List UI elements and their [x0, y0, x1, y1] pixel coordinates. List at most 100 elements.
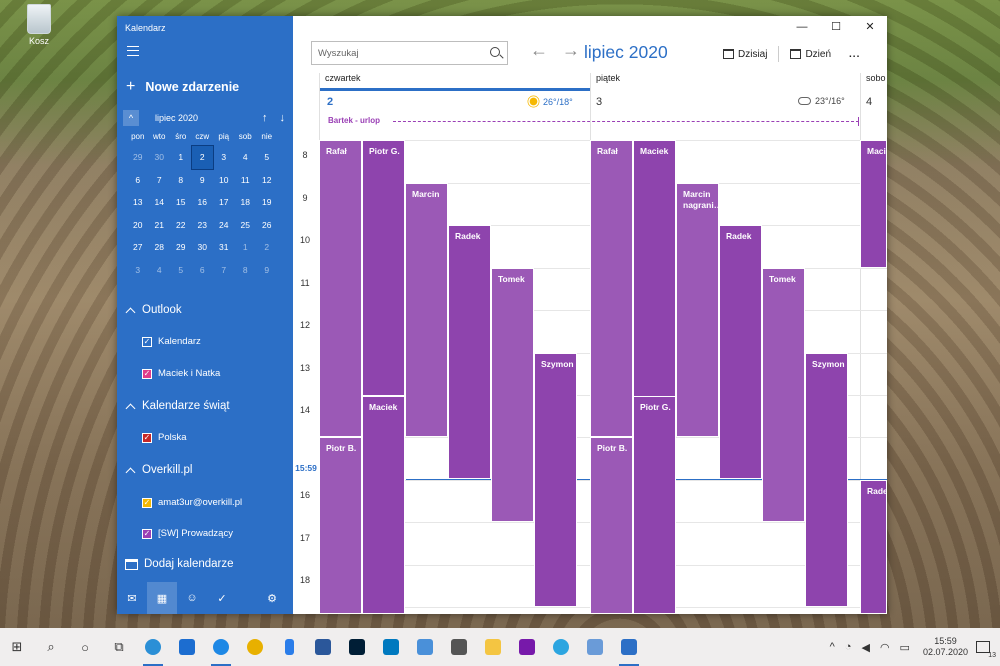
folder-icon[interactable]	[476, 628, 510, 666]
mini-calendar-day[interactable]: 30	[149, 146, 171, 169]
mini-calendar-day[interactable]: 4	[235, 146, 257, 169]
calendar-event[interactable]: Rafał	[319, 140, 362, 437]
todo-icon[interactable]: ✓	[207, 582, 237, 614]
mini-calendar-day[interactable]: 15	[170, 191, 192, 214]
calendar-item-polska[interactable]: ✓ Polska	[142, 432, 187, 443]
word-icon[interactable]	[306, 628, 340, 666]
calendar-item-sw-prowadzacy[interactable]: ✓ [SW] Prowadzący	[142, 528, 233, 539]
new-event-button[interactable]: + Nowe zdarzenie	[126, 78, 239, 96]
add-calendars-button[interactable]: Dodaj kalendarze	[125, 558, 234, 570]
calendar-item-amat3ur[interactable]: ✓ amat3ur@overkill.pl	[142, 497, 242, 508]
checkbox-checked-icon[interactable]: ✓	[142, 497, 152, 508]
mini-calendar-day[interactable]: 9	[256, 259, 278, 282]
calendar-item-maciek-i-natka[interactable]: ✓ Maciek i Natka	[142, 368, 220, 379]
mini-calendar-day[interactable]: 16	[192, 191, 214, 214]
day-number[interactable]: 4	[866, 96, 872, 108]
mini-calendar-day[interactable]: 5	[170, 259, 192, 282]
mini-calendar-day[interactable]: 2	[190, 145, 214, 170]
mini-calendar-day[interactable]: 11	[235, 169, 257, 192]
group-outlook[interactable]: Outlook	[125, 304, 182, 317]
mini-calendar-day[interactable]: 24	[213, 214, 235, 237]
photoshop-icon[interactable]	[340, 628, 374, 666]
mini-calendar-day[interactable]: 1	[235, 236, 257, 259]
checkbox-checked-icon[interactable]: ✓	[142, 368, 152, 379]
mini-calendar-day[interactable]: 23	[192, 214, 214, 237]
calendar-event[interactable]: Radek	[448, 225, 491, 479]
calendar-icon[interactable]: ▦	[147, 582, 177, 614]
calendar-event[interactable]: Szymon	[534, 353, 577, 607]
more-options-button[interactable]: ...	[849, 49, 860, 60]
mini-calendar-day[interactable]: 5	[256, 146, 278, 169]
mini-calendar-day[interactable]: 1	[170, 146, 192, 169]
checkbox-checked-icon[interactable]: ✓	[142, 432, 152, 443]
day-header-friday[interactable]: piątek	[590, 73, 860, 91]
notification-icon[interactable]: 13	[976, 641, 996, 659]
mini-calendar-day[interactable]: 29	[127, 146, 149, 169]
windows-start-icon[interactable]: ⊞	[0, 628, 34, 666]
network-icon[interactable]: ◔	[845, 641, 852, 653]
calendar-event[interactable]: Piotr B.	[590, 437, 633, 614]
phone-icon[interactable]	[272, 628, 306, 666]
mini-calendar-day[interactable]: 28	[149, 236, 171, 259]
day-number[interactable]: 3	[596, 96, 602, 108]
mini-calendar-day[interactable]: 22	[170, 214, 192, 237]
collapse-month-button[interactable]: ^	[123, 110, 139, 126]
arrow-up-icon[interactable]: ↑	[262, 112, 268, 124]
mini-calendar-day[interactable]: 20	[127, 214, 149, 237]
calendar-event[interactable]: Maciek	[362, 396, 405, 614]
mini-calendar-day[interactable]: 2	[256, 236, 278, 259]
checkbox-checked-icon[interactable]: ✓	[142, 528, 152, 539]
mini-calendar-day[interactable]: 10	[213, 169, 235, 192]
speaker-icon[interactable]: ◀	[861, 641, 869, 654]
mini-calendar-day[interactable]: 30	[192, 236, 214, 259]
messenger-icon[interactable]	[204, 628, 238, 666]
mini-calendar-day[interactable]: 4	[149, 259, 171, 282]
mini-calendar-day[interactable]: 27	[127, 236, 149, 259]
minimize-icon[interactable]: —	[785, 16, 819, 38]
all-day-event[interactable]: Bartek - urlop	[328, 116, 380, 125]
maximize-icon[interactable]: ☐	[819, 16, 853, 38]
mini-calendar-day[interactable]: 14	[149, 191, 171, 214]
checkbox-checked-icon[interactable]: ✓	[142, 336, 152, 347]
mini-calendar-day[interactable]: 19	[256, 191, 278, 214]
calendar-event[interactable]: Rafał	[590, 140, 633, 437]
chrome-icon[interactable]	[238, 628, 272, 666]
cloud-app-icon[interactable]	[578, 628, 612, 666]
battery-icon[interactable]: ▭	[900, 641, 910, 654]
mini-calendar-day[interactable]: 13	[127, 191, 149, 214]
calendar-event[interactable]: Macie	[860, 140, 887, 268]
calendar-event[interactable]: Piotr G.	[633, 396, 676, 614]
day-header-saturday[interactable]: sobo	[860, 73, 887, 91]
group-kalendarze-swiat[interactable]: Kalendarze świąt	[125, 400, 230, 413]
mini-calendar-day[interactable]: 17	[213, 191, 235, 214]
day-number[interactable]: 2	[327, 96, 333, 108]
calendar-event[interactable]: Tomek	[762, 268, 805, 522]
task-view-icon[interactable]: ⧉	[102, 628, 136, 666]
mini-calendar-day[interactable]: 6	[192, 259, 214, 282]
recycle-bin[interactable]: Kosz	[22, 4, 56, 46]
calendar-event[interactable]: Piotr B.	[319, 437, 362, 614]
edge-icon[interactable]	[136, 628, 170, 666]
mini-calendar-day[interactable]: 8	[170, 169, 192, 192]
arrow-right-icon[interactable]: →	[562, 40, 580, 61]
onenote-icon[interactable]	[510, 628, 544, 666]
arrow-left-icon[interactable]: ←	[530, 40, 548, 61]
calendar-event[interactable]: Marcin	[405, 183, 448, 437]
mail-icon[interactable]: ✉	[117, 582, 147, 614]
mini-calendar-day[interactable]: 12	[256, 169, 278, 192]
group-overkill[interactable]: Overkill.pl	[125, 464, 192, 477]
hamburger-menu-icon[interactable]	[127, 46, 139, 56]
mini-calendar-day[interactable]: 18	[235, 191, 257, 214]
mail-app-icon[interactable]	[170, 628, 204, 666]
search-icon[interactable]: ⌕	[34, 628, 68, 666]
mini-calendar-day[interactable]: 25	[235, 214, 257, 237]
mini-calendar-day[interactable]: 6	[127, 169, 149, 192]
calendar-item-kalendarz[interactable]: ✓ Kalendarz	[142, 336, 201, 347]
chevron-up-icon[interactable]: ^	[830, 641, 835, 653]
clock[interactable]: 15:59 02.07.2020	[923, 636, 968, 659]
mini-calendar-day[interactable]: 3	[127, 259, 149, 282]
view-day-button[interactable]: Dzień	[790, 49, 831, 60]
month-title[interactable]: lipiec 2020	[584, 42, 668, 63]
search-input[interactable]: Wyszukaj	[311, 41, 508, 65]
calculator-icon[interactable]	[442, 628, 476, 666]
